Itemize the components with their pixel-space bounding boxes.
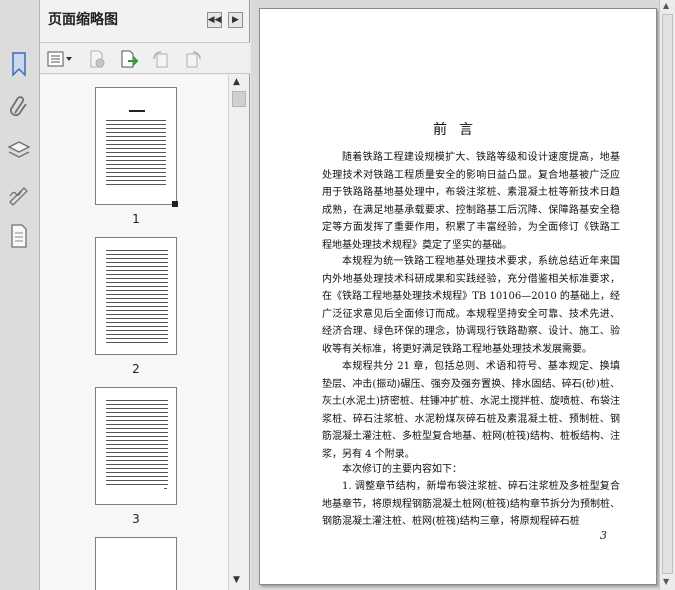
paragraph-4: 本次修订的主要内容如下：	[342, 464, 462, 475]
rotate-left-button[interactable]	[150, 49, 172, 69]
document-view: 前言 随着铁路工程建设规模扩大、铁路等级和设计速度提高，地基处理技术对铁路工程质…	[251, 0, 659, 590]
thumbnail-resize-handle[interactable]	[172, 201, 178, 207]
thumbnail-scrollbar-thumb[interactable]	[232, 91, 246, 107]
page-number: 3	[600, 529, 607, 542]
page-thumbnails-panel: 页面缩略图 ◀◀ ▶ 1 2 3 ▲ ▼	[40, 0, 250, 590]
thumbnail-label-2: 2	[132, 362, 140, 376]
page-thumbnail-3[interactable]	[95, 387, 177, 505]
expand-panel-button[interactable]: ▶	[228, 12, 243, 28]
chevron-right-icon: ▶	[232, 15, 239, 25]
document-scrollbar[interactable]: ▲ ▼	[659, 0, 675, 590]
thumbnail-list: 1 2 3	[40, 75, 228, 590]
document-page: 前言 随着铁路工程建设规模扩大、铁路等级和设计速度提高，地基处理技术对铁路工程质…	[259, 8, 657, 585]
paragraph-2: 本规程为统一铁路工程地基处理技术要求，系统总结近年来国内外地基处理技术科研成果和…	[322, 256, 620, 355]
page-thumbnail-2[interactable]	[95, 237, 177, 355]
content-button[interactable]	[5, 222, 33, 250]
delete-page-icon	[90, 50, 105, 68]
bookmark-icon	[12, 52, 26, 77]
page-thumbnail-4[interactable]	[95, 537, 177, 590]
collapse-panel-button[interactable]: ◀◀	[207, 12, 222, 28]
options-icon	[47, 51, 72, 67]
thumbnail-toolbar	[40, 42, 250, 74]
thumbnail-label-3: 3	[132, 512, 140, 526]
attachments-button[interactable]	[5, 92, 33, 120]
layers-button[interactable]	[5, 136, 33, 164]
double-chevron-left-icon: ◀◀	[207, 15, 222, 25]
paragraph-3: 本规程共分 21 章，包括总则、术语和符号、基本规定、换填垫层、冲击(振动)碾压…	[322, 361, 620, 460]
scroll-up-icon[interactable]: ▲	[233, 77, 240, 87]
rotate-right-button[interactable]	[182, 49, 204, 69]
paragraph-5: 1. 调整章节结构，新增布袋注浆桩、碎石注浆桩及多桩型复合地基章节，将原规程钢筋…	[322, 481, 620, 527]
thumbnail-scrollbar[interactable]: ▲ ▼	[228, 75, 249, 590]
signatures-button[interactable]	[5, 180, 33, 208]
insert-page-icon	[121, 50, 139, 68]
delete-pages-button[interactable]	[86, 49, 108, 69]
panel-title: 页面缩略图	[48, 12, 118, 28]
document-scrollbar-thumb[interactable]	[662, 14, 673, 574]
rotate-right-icon	[186, 51, 201, 68]
page-thumbnail-1[interactable]	[95, 87, 177, 205]
paragraph-1: 随着铁路工程建设规模扩大、铁路等级和设计速度提高，地基处理技术对铁路工程质量安全…	[322, 152, 620, 251]
options-menu-button[interactable]	[46, 49, 74, 69]
page-title: 前言	[433, 122, 485, 138]
scroll-down-icon[interactable]: ▼	[233, 575, 240, 585]
layers-icon	[7, 141, 31, 158]
rotate-left-icon	[153, 51, 168, 68]
bookmark-button[interactable]	[5, 50, 33, 78]
doc-scroll-up-icon[interactable]: ▲	[663, 1, 669, 10]
insert-pages-button[interactable]	[118, 49, 140, 69]
signature-icon	[9, 187, 28, 206]
document-icon	[11, 224, 27, 248]
thumbnail-label-1: 1	[132, 212, 140, 226]
doc-scroll-down-icon[interactable]: ▼	[663, 577, 669, 586]
attachment-icon	[10, 96, 27, 116]
navigation-toolstrip	[0, 0, 40, 590]
